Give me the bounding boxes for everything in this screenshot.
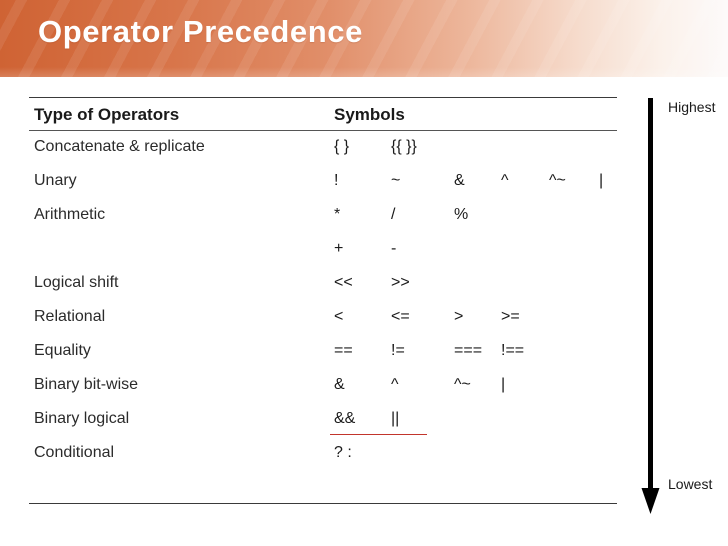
row-label-operator-type: Equality bbox=[34, 342, 91, 359]
operator-symbol: / bbox=[391, 206, 396, 223]
operator-symbol: ^ bbox=[501, 172, 509, 189]
operator-symbol: == bbox=[334, 342, 353, 359]
arrow-label-highest: Highest bbox=[668, 99, 716, 115]
operator-symbol: <= bbox=[391, 308, 410, 325]
operator-symbol: {{ }} bbox=[391, 138, 417, 155]
operator-symbol: & bbox=[454, 172, 465, 189]
operator-symbol: & bbox=[334, 376, 345, 393]
row-label-operator-type: Binary logical bbox=[34, 410, 130, 427]
table-row: Concatenate & replicate { } {{ }} bbox=[29, 138, 617, 172]
operator-symbol: || bbox=[391, 410, 400, 427]
operator-symbol: - bbox=[391, 240, 397, 257]
row-label-operator-type: Conditional bbox=[34, 444, 115, 461]
table-row: + - bbox=[29, 240, 617, 274]
operator-symbol: ^ bbox=[391, 376, 399, 393]
table-row: Equality == != === !== bbox=[29, 342, 617, 376]
precedence-direction-indicator: Highest Lowest bbox=[634, 96, 728, 516]
operator-symbol: * bbox=[334, 206, 341, 223]
table-row: Binary logical && || bbox=[29, 410, 617, 444]
page-title: Operator Precedence bbox=[38, 14, 363, 49]
operator-symbol: ~ bbox=[391, 172, 401, 189]
row-label-operator-type: Unary bbox=[34, 172, 77, 189]
row-highlight-underline bbox=[330, 434, 427, 435]
row-label-operator-type: Binary bit-wise bbox=[34, 376, 139, 393]
operator-symbol: > bbox=[454, 308, 464, 325]
operator-symbol: + bbox=[334, 240, 344, 257]
table-row: Conditional ? : bbox=[29, 444, 617, 478]
row-label-operator-type: Relational bbox=[34, 308, 106, 325]
table-top-rule bbox=[29, 97, 617, 98]
operator-symbol: >> bbox=[391, 274, 410, 291]
operator-precedence-table: Type of Operators Symbols Concatenate & … bbox=[29, 97, 617, 507]
operator-symbol: != bbox=[391, 342, 405, 359]
operator-symbol: && bbox=[334, 410, 356, 427]
row-label-operator-type: Logical shift bbox=[34, 274, 119, 291]
column-header-symbols: Symbols bbox=[334, 105, 405, 124]
table-row: Logical shift << >> bbox=[29, 274, 617, 308]
arrow-label-lowest: Lowest bbox=[668, 476, 713, 492]
row-label-operator-type: Arithmetic bbox=[34, 206, 106, 223]
operator-symbol: ? : bbox=[334, 444, 352, 461]
operator-symbol: { } bbox=[334, 138, 350, 155]
operator-symbol: >= bbox=[501, 308, 520, 325]
table-bottom-rule bbox=[29, 503, 617, 504]
operator-symbol: | bbox=[599, 172, 604, 189]
operator-symbol: ! bbox=[334, 172, 339, 189]
operator-symbol: ^~ bbox=[549, 172, 566, 189]
header-bottom-fade bbox=[0, 67, 728, 77]
operator-symbol: | bbox=[501, 376, 506, 393]
operator-symbol: === bbox=[454, 342, 483, 359]
table-header-rule bbox=[29, 130, 617, 131]
operator-symbol: % bbox=[454, 206, 469, 223]
table-row: Relational < <= > >= bbox=[29, 308, 617, 342]
table-row: Unary! ~ & ^ ^~ | bbox=[29, 172, 617, 206]
operator-symbol: !== bbox=[501, 342, 525, 359]
operator-symbol: << bbox=[334, 274, 353, 291]
column-header-type-of-operators: Type of Operators bbox=[34, 105, 180, 124]
down-arrow-icon bbox=[641, 98, 660, 514]
operator-symbol: < bbox=[334, 308, 344, 325]
row-label-operator-type: Concatenate & replicate bbox=[34, 138, 205, 155]
operator-symbol: ^~ bbox=[454, 376, 471, 393]
table-row: Arithmetic * /% bbox=[29, 206, 617, 240]
table-row: Binary bit-wise & ^ ^~ | bbox=[29, 376, 617, 410]
